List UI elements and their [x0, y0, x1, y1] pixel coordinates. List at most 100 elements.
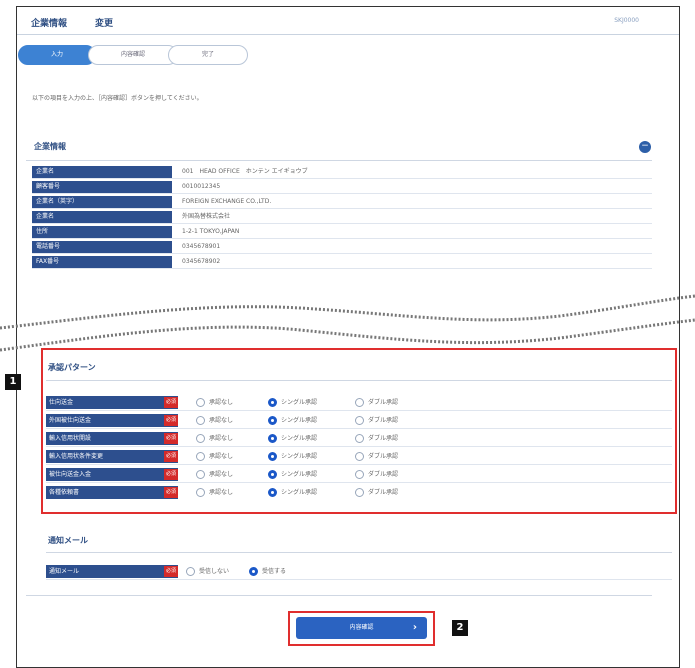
- step-confirm: 内容確認: [88, 45, 178, 65]
- radio-label: シングル承認: [281, 435, 318, 442]
- radio-label: ダブル承認: [368, 399, 399, 406]
- row-label: 輸入信用状条件変更: [46, 450, 178, 463]
- row-label: 企業名（英字）: [32, 196, 172, 208]
- row-label: 顧客番号: [32, 181, 172, 193]
- table-row: 仕向送金 必須 承認なし シングル承認 ダブル承認: [46, 394, 672, 411]
- radio-label: 承認なし: [209, 417, 234, 424]
- radio-label: 承認なし: [209, 453, 234, 460]
- radio-single-approval[interactable]: [268, 452, 277, 461]
- radio-label: シングル承認: [281, 417, 318, 424]
- table-row: 各種依頼書 必須 承認なし シングル承認 ダブル承認: [46, 484, 672, 501]
- radio-label: ダブル承認: [368, 453, 399, 460]
- radio-label: シングル承認: [281, 471, 318, 478]
- required-badge: 必須: [164, 451, 178, 462]
- screen-id: SKJ0000: [614, 17, 639, 24]
- table-row: 住所 1-2-1 TOKYO,JAPAN: [32, 226, 652, 239]
- required-badge: 必須: [164, 397, 178, 408]
- radio-double-approval[interactable]: [355, 398, 364, 407]
- radio-no-approval[interactable]: [196, 416, 205, 425]
- radio-double-approval[interactable]: [355, 416, 364, 425]
- divider: [26, 595, 652, 596]
- confirm-button[interactable]: 内容確認 ›: [296, 617, 427, 639]
- row-label: 企業名: [32, 166, 172, 178]
- table-row: 輸入信用状条件変更 必須 承認なし シングル承認 ダブル承認: [46, 448, 672, 465]
- radio-no-approval[interactable]: [196, 398, 205, 407]
- radio-label: 受信しない: [199, 568, 230, 575]
- radio-no-approval[interactable]: [196, 488, 205, 497]
- title-bar: 企業情報 変更 SKJ0000: [17, 7, 679, 35]
- row-value: 0345678901: [182, 243, 221, 250]
- row-label: 各種依頼書: [46, 486, 178, 499]
- radio-label: ダブル承認: [368, 489, 399, 496]
- radio-label: ダブル承認: [368, 435, 399, 442]
- row-value: 0345678902: [182, 258, 221, 265]
- radio-not-receive[interactable]: [186, 567, 195, 576]
- table-row: 輸入信用状開設 必須 承認なし シングル承認 ダブル承認: [46, 430, 672, 447]
- chevron-right-icon: ›: [412, 622, 417, 633]
- row-label: FAX番号: [32, 256, 172, 268]
- radio-double-approval[interactable]: [355, 488, 364, 497]
- required-badge: 必須: [164, 487, 178, 498]
- row-label: 住所: [32, 226, 172, 238]
- row-label: 輸入信用状開設: [46, 432, 178, 445]
- required-badge: 必須: [164, 433, 178, 444]
- annotation-badge-2: 2: [452, 620, 468, 636]
- page-mode: 変更: [95, 19, 114, 29]
- row-label: 被仕向送金入金: [46, 468, 178, 481]
- confirm-button-label: 内容確認: [349, 624, 374, 631]
- radio-no-approval[interactable]: [196, 452, 205, 461]
- radio-single-approval[interactable]: [268, 488, 277, 497]
- radio-single-approval[interactable]: [268, 434, 277, 443]
- divider: [26, 160, 652, 161]
- step-input: 入力: [18, 45, 96, 65]
- table-row: 企業名 外国為替株式会社: [32, 211, 652, 224]
- radio-label: シングル承認: [281, 453, 318, 460]
- radio-double-approval[interactable]: [355, 434, 364, 443]
- radio-single-approval[interactable]: [268, 470, 277, 479]
- row-value: FOREIGN EXCHANGE CO.,LTD.: [182, 198, 272, 205]
- radio-single-approval[interactable]: [268, 398, 277, 407]
- table-row: FAX番号 0345678902: [32, 256, 652, 269]
- required-badge: 必須: [164, 469, 178, 480]
- radio-no-approval[interactable]: [196, 470, 205, 479]
- row-value: 外国為替株式会社: [182, 213, 231, 220]
- row-label: 仕向送金: [46, 396, 178, 409]
- radio-label: 承認なし: [209, 489, 234, 496]
- annotation-badge-1: 1: [5, 374, 21, 390]
- step-complete: 完了: [168, 45, 248, 65]
- approval-pattern-title: 承認パターン: [48, 363, 96, 372]
- notify-mail-title: 通知メール: [48, 536, 88, 545]
- radio-double-approval[interactable]: [355, 452, 364, 461]
- radio-receive[interactable]: [249, 567, 258, 576]
- table-row: 電話番号 0345678901: [32, 241, 652, 254]
- page-title: 企業情報: [31, 19, 68, 29]
- row-value: 1-2-1 TOKYO,JAPAN: [182, 228, 240, 235]
- radio-single-approval[interactable]: [268, 416, 277, 425]
- row-value: 001 HEAD OFFICE ホンテン エイギョウブ: [182, 168, 308, 175]
- row-label: 通知メール: [46, 565, 178, 578]
- table-row: 企業名（英字） FOREIGN EXCHANGE CO.,LTD.: [32, 196, 652, 209]
- radio-label: 承認なし: [209, 399, 234, 406]
- radio-label: シングル承認: [281, 489, 318, 496]
- divider: [46, 552, 672, 553]
- required-badge: 必須: [164, 566, 178, 577]
- radio-label: シングル承認: [281, 399, 318, 406]
- corp-info-title: 企業情報: [34, 142, 66, 151]
- radio-label: ダブル承認: [368, 471, 399, 478]
- row-value: 0010012345: [182, 183, 221, 190]
- table-row: 企業名 001 HEAD OFFICE ホンテン エイギョウブ: [32, 166, 652, 179]
- radio-label: ダブル承認: [368, 417, 399, 424]
- radio-label: 受信する: [262, 568, 287, 575]
- divider: [46, 380, 672, 381]
- radio-double-approval[interactable]: [355, 470, 364, 479]
- row-label: 企業名: [32, 211, 172, 223]
- minus-circle-icon[interactable]: −: [639, 141, 651, 153]
- table-row: 通知メール 必須 受信しない 受信する: [46, 563, 672, 580]
- row-label: 電話番号: [32, 241, 172, 253]
- radio-no-approval[interactable]: [196, 434, 205, 443]
- radio-label: 承認なし: [209, 471, 234, 478]
- radio-label: 承認なし: [209, 435, 234, 442]
- table-row: 顧客番号 0010012345: [32, 181, 652, 194]
- table-row: 被仕向送金入金 必須 承認なし シングル承認 ダブル承認: [46, 466, 672, 483]
- instruction-text: 以下の項目を入力の上、［内容確認］ボタンを押してください。: [32, 95, 203, 102]
